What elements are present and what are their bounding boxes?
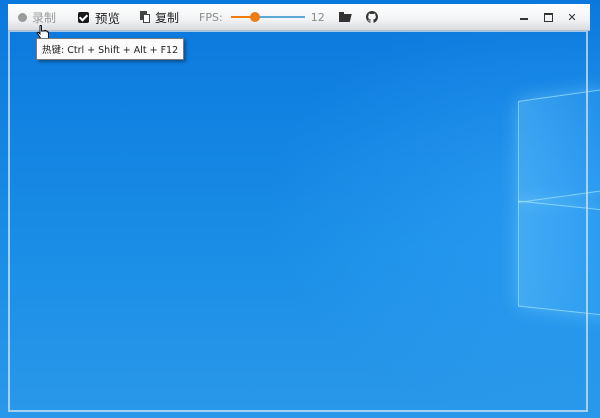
minimize-icon xyxy=(520,18,528,20)
fps-label: FPS: xyxy=(199,10,223,24)
hotkey-tooltip: 热键: Ctrl + Shift + Alt + F12 xyxy=(36,38,185,60)
fps-value: 12 xyxy=(310,10,325,24)
recorder-toolbar: 录制 预览 复制 FPS: 12 ✕ xyxy=(8,4,590,31)
github-icon[interactable] xyxy=(365,11,378,23)
copy-button[interactable]: 复制 xyxy=(140,9,179,26)
fps-slider[interactable] xyxy=(230,10,305,24)
window-controls: ✕ xyxy=(512,8,584,26)
maximize-button[interactable] xyxy=(536,8,560,26)
record-button[interactable]: 录制 xyxy=(18,9,56,26)
record-dot-icon xyxy=(18,12,27,22)
fps-slider-thumb[interactable] xyxy=(250,12,261,22)
copy-icon xyxy=(140,11,151,23)
close-button[interactable]: ✕ xyxy=(560,8,584,26)
checkbox-icon xyxy=(78,11,90,23)
minimize-button[interactable] xyxy=(512,8,536,26)
preview-label: 预览 xyxy=(95,10,121,26)
maximize-icon xyxy=(543,12,553,22)
capture-frame[interactable] xyxy=(8,30,588,412)
copy-label: 复制 xyxy=(155,10,180,25)
hotkey-tooltip-text: 热键: Ctrl + Shift + Alt + F12 xyxy=(42,45,179,56)
close-icon: ✕ xyxy=(567,10,577,24)
preview-checkbox[interactable]: 预览 xyxy=(78,8,120,27)
folder-icon[interactable] xyxy=(338,12,352,22)
record-label: 录制 xyxy=(32,10,57,25)
